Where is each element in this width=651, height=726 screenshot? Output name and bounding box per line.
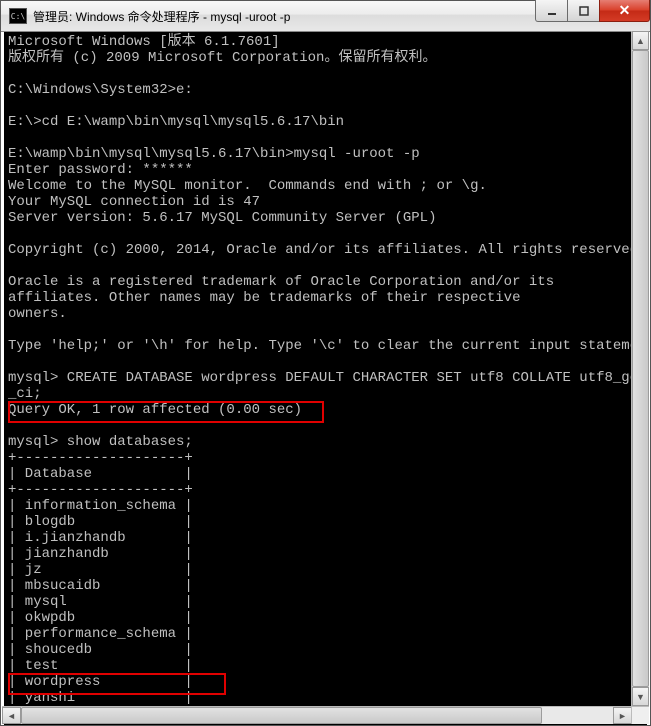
line: 版权所有 (c) 2009 Microsoft Corporation。保留所有…: [8, 50, 436, 66]
line: +--------------------+: [8, 450, 193, 466]
highlighted-query-ok: Query OK, 1 row affected (0.00 sec): [8, 402, 302, 418]
line: Oracle is a registered trademark of Orac…: [8, 274, 554, 290]
hscroll-thumb[interactable]: [21, 707, 542, 724]
minimize-button[interactable]: [535, 0, 568, 22]
vscroll-track[interactable]: [632, 50, 649, 687]
line: | Database |: [8, 466, 193, 482]
line: E:\>cd E:\wamp\bin\mysql\mysql5.6.17\bin: [8, 114, 344, 130]
chevron-down-icon: ▼: [636, 692, 645, 702]
line: Copyright (c) 2000, 2014, Oracle and/or …: [8, 242, 647, 258]
line: Your MySQL connection id is 47: [8, 194, 260, 210]
console-output[interactable]: Microsoft Windows [版本 6.1.7601] 版权所有 (c)…: [4, 32, 647, 725]
command-prompt-window: C:\ 管理员: Windows 命令处理程序 - mysql -uroot -…: [0, 0, 651, 726]
line: Welcome to the MySQL monitor. Commands e…: [8, 178, 487, 194]
horizontal-scrollbar[interactable]: ◄ ►: [2, 706, 632, 724]
scroll-right-button[interactable]: ►: [613, 707, 632, 724]
chevron-up-icon: ▲: [636, 36, 645, 46]
chevron-left-icon: ◄: [7, 711, 16, 721]
table-row: | mysql |: [8, 594, 193, 610]
line: E:\wamp\bin\mysql\mysql5.6.17\bin>mysql …: [8, 146, 420, 162]
window-buttons: ✕: [536, 0, 650, 21]
vscroll-thumb[interactable]: [632, 50, 649, 687]
table-row: | jz |: [8, 562, 193, 578]
line: Enter password: ******: [8, 162, 193, 178]
line: C:\Windows\System32>e:: [8, 82, 193, 98]
table-row: | mbsucaidb |: [8, 578, 193, 594]
close-button[interactable]: ✕: [599, 0, 650, 22]
table-row: | yanshi |: [8, 690, 193, 706]
console-area: Microsoft Windows [版本 6.1.7601] 版权所有 (c)…: [1, 32, 650, 725]
line: Server version: 5.6.17 MySQL Community S…: [8, 210, 436, 226]
table-row: | jianzhandb |: [8, 546, 193, 562]
line: _ci;: [8, 386, 42, 402]
scroll-up-button[interactable]: ▲: [632, 31, 649, 50]
cmd-icon-text: C:\: [11, 12, 25, 21]
hscroll-track[interactable]: [21, 707, 613, 724]
vertical-scrollbar[interactable]: ▲ ▼: [631, 31, 649, 706]
scroll-left-button[interactable]: ◄: [2, 707, 21, 724]
table-row: | information_schema |: [8, 498, 193, 514]
line: Microsoft Windows [版本 6.1.7601]: [8, 34, 280, 50]
minimize-icon: [547, 6, 557, 16]
maximize-icon: [579, 6, 589, 16]
window-title: 管理员: Windows 命令处理程序 - mysql -uroot -p: [33, 8, 290, 25]
line: owners.: [8, 306, 67, 322]
line: mysql> CREATE DATABASE wordpress DEFAULT…: [8, 370, 647, 386]
resize-grip[interactable]: [631, 706, 649, 724]
line: affiliates. Other names may be trademark…: [8, 290, 520, 306]
line: Type 'help;' or '\h' for help. Type '\c'…: [8, 338, 647, 354]
cmd-icon: C:\: [9, 8, 27, 24]
highlighted-wordpress-row: | wordpress |: [8, 674, 193, 690]
titlebar[interactable]: C:\ 管理员: Windows 命令处理程序 - mysql -uroot -…: [1, 1, 650, 32]
line: mysql> show databases;: [8, 434, 193, 450]
scroll-down-button[interactable]: ▼: [632, 687, 649, 706]
line: +--------------------+: [8, 482, 193, 498]
chevron-right-icon: ►: [618, 711, 627, 721]
table-row: | blogdb |: [8, 514, 193, 530]
maximize-button[interactable]: [567, 0, 600, 22]
table-row: | test |: [8, 658, 193, 674]
table-row: | i.jianzhandb |: [8, 530, 193, 546]
close-icon: ✕: [619, 2, 631, 19]
table-row: | okwpdb |: [8, 610, 193, 626]
table-row: | performance_schema |: [8, 626, 193, 642]
table-row: | shoucedb |: [8, 642, 193, 658]
